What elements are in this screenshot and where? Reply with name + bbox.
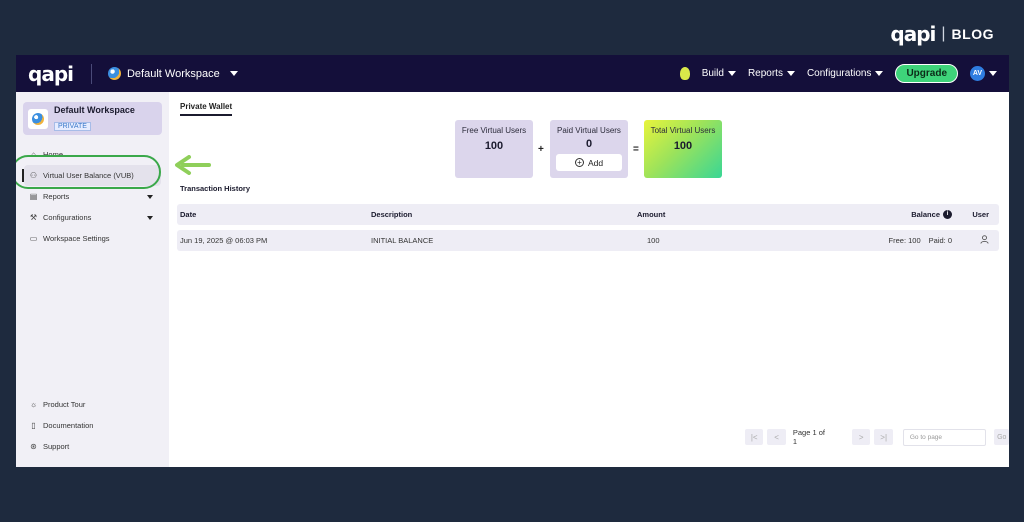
top-nav: qapi Default Workspace Build Reports Con…	[16, 55, 1009, 92]
prev-page-button[interactable]: <	[767, 429, 786, 445]
transaction-history-title: Transaction History	[180, 184, 251, 193]
col-balance-label: Balance	[911, 210, 940, 219]
wrench-icon: ⚒	[29, 213, 38, 222]
nav-reports[interactable]: Reports	[748, 68, 795, 79]
workspace-selector[interactable]: Default Workspace	[107, 67, 238, 80]
tab-private-wallet[interactable]: Private Wallet	[180, 102, 233, 116]
document-icon: ▯	[31, 421, 36, 430]
sidebar-item-workspace-settings[interactable]: ▭ Workspace Settings	[16, 228, 169, 249]
row-balance: Free: 100 Paid: 0	[842, 236, 952, 245]
bulb-icon: ☼	[29, 400, 38, 409]
first-page-button[interactable]: |<	[745, 429, 764, 445]
goto-page-input[interactable]: Go to page	[902, 428, 987, 446]
globe-icon	[32, 112, 44, 125]
sidebar: Default Workspace PRIVATE ⌂ Home ⚇ Virtu…	[16, 92, 169, 467]
free-users-value: 100	[484, 140, 504, 152]
nav-right: Build Reports Configurations Upgrade AV	[679, 64, 997, 83]
go-button[interactable]: Go	[994, 429, 1009, 445]
chevron-down-icon	[989, 71, 997, 76]
user-menu[interactable]: AV	[970, 66, 997, 81]
nav-build[interactable]: Build	[702, 68, 736, 79]
nav-reports-label: Reports	[747, 68, 783, 79]
chart-icon: ▤	[29, 192, 38, 201]
main-content: Private Wallet Free Virtual Users 100 + …	[169, 92, 1009, 467]
workspace-card-title: Default Workspace	[54, 104, 135, 115]
free-users-label: Free Virtual Users	[461, 126, 527, 135]
sidebar-item-support[interactable]: ⊛ Support	[16, 436, 169, 457]
total-users-value: 100	[673, 140, 693, 152]
monitor-icon: ▭	[29, 234, 38, 243]
sidebar-item-label: Product Tour	[43, 400, 86, 409]
total-users-label: Total Virtual Users	[650, 126, 716, 135]
chevron-down-icon	[786, 71, 795, 76]
row-balance-free: Free: 100	[888, 236, 921, 245]
blog-brand: qapi | BLOG	[890, 22, 994, 46]
col-date: Date	[180, 210, 197, 219]
app-logo[interactable]: qapi	[28, 62, 74, 86]
bulb-icon[interactable]	[679, 67, 690, 80]
row-balance-paid: Paid: 0	[928, 236, 952, 245]
sidebar-item-label: Configurations	[43, 213, 92, 222]
sidebar-item-label: Support	[43, 442, 70, 451]
row-user[interactable]	[952, 235, 999, 246]
chevron-down-icon	[147, 216, 153, 220]
sidebar-bottom: ☼ Product Tour ▯ Documentation ⊛ Support	[16, 394, 169, 457]
sidebar-item-configurations[interactable]: ⚒ Configurations	[16, 207, 169, 228]
row-amount: 100	[647, 236, 660, 245]
add-users-button[interactable]: + Add	[556, 154, 622, 171]
table-header: Date Description Amount Balance i User	[177, 204, 999, 225]
nav-divider	[90, 63, 92, 84]
avatar: AV	[970, 66, 985, 81]
workspace-card[interactable]: Default Workspace PRIVATE	[23, 102, 162, 135]
nav-build-label: Build	[701, 68, 724, 79]
col-description: Description	[371, 210, 413, 219]
col-amount: Amount	[637, 210, 666, 219]
sidebar-item-label: Workspace Settings	[43, 234, 110, 243]
row-date: Jun 19, 2025 @ 06:03 PM	[180, 236, 268, 245]
page-info: Page 1 of 1	[792, 428, 825, 446]
user-icon	[980, 235, 989, 244]
chevron-down-icon	[229, 71, 238, 76]
chevron-down-icon	[875, 71, 884, 76]
row-description: INITIAL BALANCE	[371, 236, 434, 245]
blog-separator: |	[941, 25, 946, 42]
support-icon: ⊛	[30, 442, 37, 451]
equals-operator: =	[633, 144, 639, 155]
col-user: User	[972, 210, 989, 219]
plus-operator: +	[538, 144, 544, 155]
free-users-card: Free Virtual Users 100	[455, 120, 533, 178]
highlight-ring	[16, 155, 161, 189]
workspace-card-icon	[28, 108, 48, 129]
next-page-button[interactable]: >	[852, 429, 871, 445]
chevron-down-icon	[147, 195, 153, 199]
globe-icon	[107, 67, 121, 80]
paid-users-label: Paid Virtual Users	[557, 126, 621, 135]
sidebar-item-label: Reports	[43, 192, 70, 201]
chevron-down-icon	[727, 71, 736, 76]
info-icon[interactable]: i	[943, 210, 952, 219]
nav-configurations[interactable]: Configurations	[806, 68, 884, 79]
last-page-button[interactable]: >|	[874, 429, 893, 445]
nav-configurations-label: Configurations	[806, 68, 872, 79]
sidebar-item-documentation[interactable]: ▯ Documentation	[16, 415, 169, 436]
blog-logo: qapi	[890, 22, 936, 46]
plus-circle-icon: +	[574, 158, 584, 167]
blog-label: BLOG	[951, 26, 994, 42]
workspace-selector-label: Default Workspace	[126, 67, 220, 80]
sidebar-item-reports[interactable]: ▤ Reports	[16, 186, 169, 207]
transactions-table: Date Description Amount Balance i User J…	[177, 204, 999, 251]
workspace-badge: PRIVATE	[54, 121, 91, 131]
paid-users-card: Paid Virtual Users 0 + Add	[550, 120, 628, 178]
sidebar-item-label: Documentation	[43, 421, 94, 430]
add-users-label: Add	[587, 157, 604, 168]
app-window: qapi Default Workspace Build Reports Con…	[16, 55, 1009, 467]
sidebar-item-product-tour[interactable]: ☼ Product Tour	[16, 394, 169, 415]
paid-users-value: 0	[585, 138, 593, 150]
col-balance: Balance i	[842, 210, 952, 219]
table-row[interactable]: Jun 19, 2025 @ 06:03 PM INITIAL BALANCE …	[177, 230, 999, 251]
total-users-card: Total Virtual Users 100	[644, 120, 722, 178]
pagination: |< < Page 1 of 1 > >| Go to page Go	[745, 428, 1009, 446]
upgrade-button[interactable]: Upgrade	[895, 64, 958, 83]
